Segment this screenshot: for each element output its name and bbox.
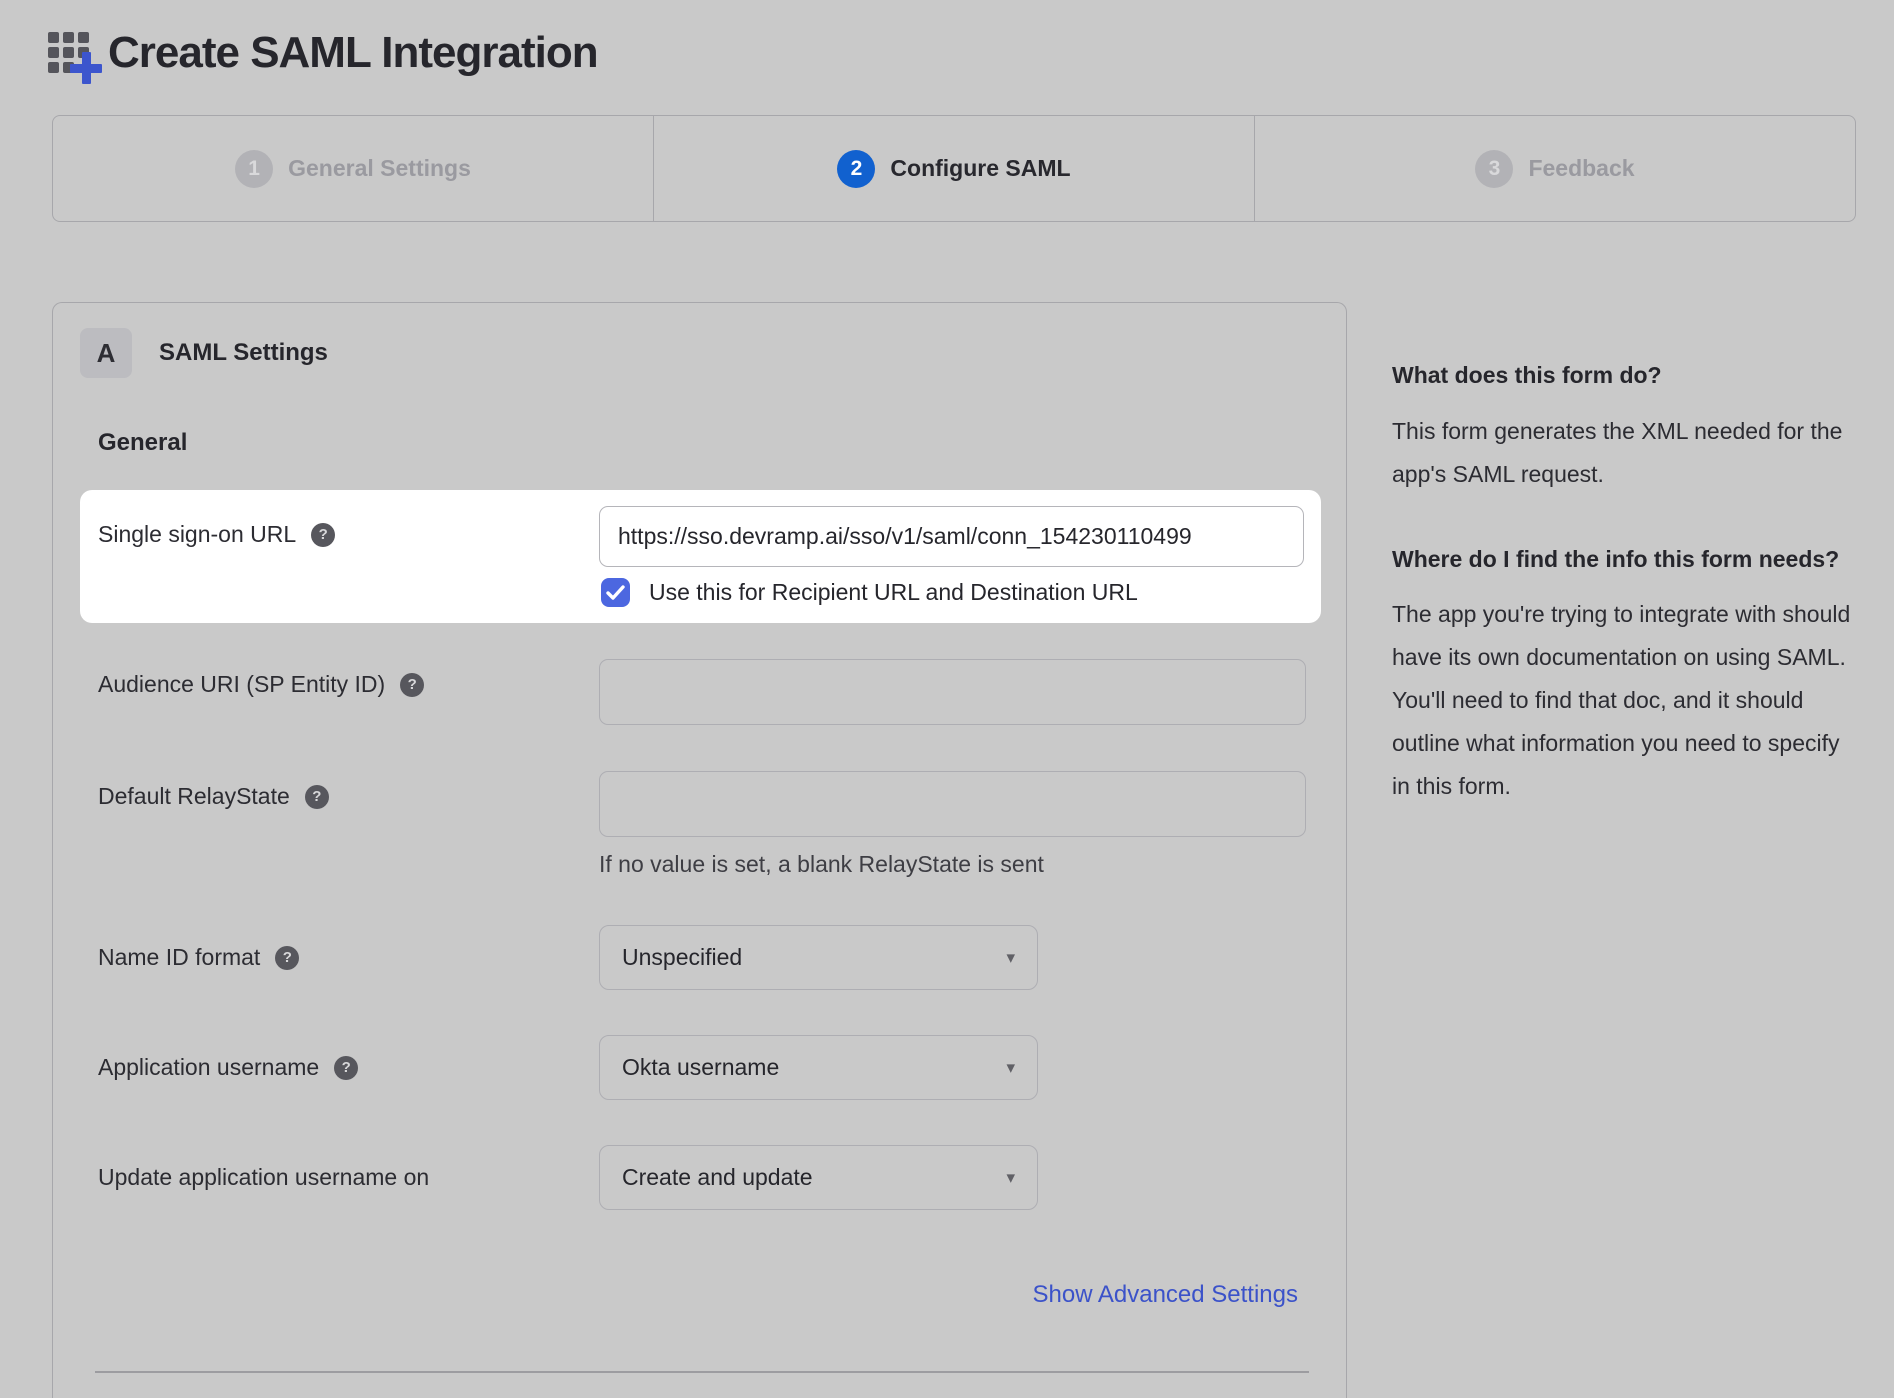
update-application-username-dropdown[interactable]: Create and update ▾ <box>599 1145 1038 1210</box>
application-username-dropdown[interactable]: Okta username ▾ <box>599 1035 1038 1100</box>
default-relaystate-helper-text: If no value is set, a blank RelayState i… <box>599 851 1044 878</box>
help-block-what: What does this form do? This form genera… <box>1392 358 1860 496</box>
audience-uri-label: Audience URI (SP Entity ID) <box>98 671 385 698</box>
audience-uri-label-row: Audience URI (SP Entity ID) ? <box>98 671 424 698</box>
section-header: A SAML Settings <box>80 328 328 378</box>
application-username-label-row: Application username ? <box>98 1054 358 1081</box>
step-2-number-badge: 2 <box>837 150 875 188</box>
show-advanced-settings-link[interactable]: Show Advanced Settings <box>1032 1281 1298 1309</box>
plus-icon <box>70 52 102 84</box>
page-title: Create SAML Integration <box>108 28 598 78</box>
card-section-divider <box>95 1371 1309 1373</box>
sso-url-help-icon[interactable]: ? <box>311 523 335 547</box>
step-2-label: Configure SAML <box>890 155 1070 182</box>
audience-uri-help-icon[interactable]: ? <box>400 673 424 697</box>
general-group-title: General <box>98 429 187 457</box>
recipient-url-checkbox-row: Use this for Recipient URL and Destinati… <box>601 578 1138 607</box>
sso-url-input[interactable]: https://sso.devramp.ai/sso/v1/saml/conn_… <box>599 506 1304 567</box>
name-id-format-dropdown[interactable]: Unspecified ▾ <box>599 925 1038 990</box>
saml-settings-card: A SAML Settings General Single sign-on U… <box>52 302 1347 1398</box>
page-header: Create SAML Integration <box>46 24 598 82</box>
help-heading-where: Where do I find the info this form needs… <box>1392 542 1860 578</box>
chevron-down-icon: ▾ <box>1006 1058 1015 1078</box>
name-id-format-value: Unspecified <box>622 944 742 971</box>
recipient-url-checkbox-label: Use this for Recipient URL and Destinati… <box>649 579 1138 606</box>
default-relaystate-label: Default RelayState <box>98 783 290 810</box>
chevron-down-icon: ▾ <box>1006 948 1015 968</box>
section-title: SAML Settings <box>159 339 328 367</box>
update-application-username-label-row: Update application username on <box>98 1164 429 1191</box>
name-id-format-label-row: Name ID format ? <box>98 944 299 971</box>
step-general-settings[interactable]: 1 General Settings <box>53 116 653 221</box>
step-1-label: General Settings <box>288 155 471 182</box>
sso-url-input-value: https://sso.devramp.ai/sso/v1/saml/conn_… <box>618 523 1192 550</box>
default-relaystate-label-row: Default RelayState ? <box>98 783 329 810</box>
name-id-format-help-icon[interactable]: ? <box>275 946 299 970</box>
section-a-badge: A <box>80 328 132 378</box>
help-body-what: This form generates the XML needed for t… <box>1392 410 1860 496</box>
sso-url-label: Single sign-on URL <box>98 521 296 548</box>
application-username-label: Application username <box>98 1054 319 1081</box>
chevron-down-icon: ▾ <box>1006 1168 1015 1188</box>
help-panel: What does this form do? This form genera… <box>1392 358 1860 808</box>
sso-url-spotlight-row: Single sign-on URL ? https://sso.devramp… <box>80 490 1321 623</box>
help-heading-what: What does this form do? <box>1392 358 1860 394</box>
application-username-help-icon[interactable]: ? <box>334 1056 358 1080</box>
help-block-where: Where do I find the info this form needs… <box>1392 542 1860 809</box>
step-3-label: Feedback <box>1528 155 1634 182</box>
update-application-username-label: Update application username on <box>98 1164 429 1191</box>
default-relaystate-help-icon[interactable]: ? <box>305 785 329 809</box>
update-application-username-value: Create and update <box>622 1164 813 1191</box>
step-3-number-badge: 3 <box>1475 150 1513 188</box>
application-username-value: Okta username <box>622 1054 779 1081</box>
help-body-where: The app you're trying to integrate with … <box>1392 593 1860 808</box>
wizard-stepper: 1 General Settings 2 Configure SAML 3 Fe… <box>52 115 1856 222</box>
step-configure-saml[interactable]: 2 Configure SAML <box>653 116 1254 221</box>
name-id-format-label: Name ID format <box>98 944 260 971</box>
create-app-grid-plus-icon <box>46 24 104 82</box>
audience-uri-input[interactable] <box>599 659 1306 725</box>
step-1-number-badge: 1 <box>235 150 273 188</box>
default-relaystate-input[interactable] <box>599 771 1306 837</box>
recipient-url-checkbox[interactable] <box>601 578 630 607</box>
step-feedback[interactable]: 3 Feedback <box>1254 116 1855 221</box>
sso-url-label-row: Single sign-on URL ? <box>98 521 335 548</box>
